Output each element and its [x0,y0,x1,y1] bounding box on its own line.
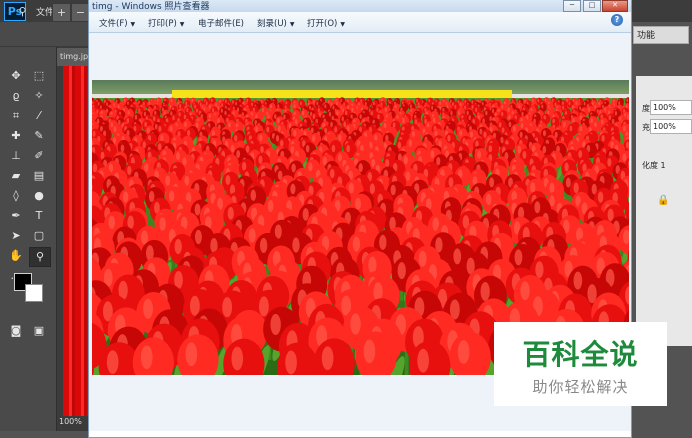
magic-wand-icon[interactable]: ✧ [29,87,49,105]
dropdown-arrow-icon: ▼ [180,21,185,28]
viewer-title: timg - Windows 照片查看器 [92,0,210,12]
lasso-tool-icon[interactable]: ϱ [6,87,26,105]
lock-icon: 🔒 [657,195,669,206]
crop-tool-icon[interactable]: ⌗ [6,107,26,125]
zoom-tool-active-icon[interactable]: ⚲ [29,247,51,267]
workspace-select[interactable]: 功能 [633,26,689,44]
brush-tool-icon[interactable]: ✎ [29,127,49,145]
ps-toolbox: ✥ ⬚ ϱ ✧ ⌗ ⁄ ✚ ✎ ⊥ ✐ ▰ ▤ ◊ ● ✒ T ➤ ▢ ✋ ⚲ … [0,47,57,431]
watermark-title: 百科全说 [494,333,667,373]
layers-panel [636,76,692,346]
dodge-tool-icon[interactable]: ● [29,187,49,205]
move-tool-icon[interactable]: ✥ [6,67,26,85]
zoom-tool-icon[interactable]: ⚲ [14,3,31,20]
viewer-menu-file[interactable]: 文件(F)▼ [99,17,135,29]
hand-tool-icon[interactable]: ✋ [6,247,26,265]
fill-field[interactable]: 100% [650,119,692,134]
viewer-menu-print[interactable]: 打印(P)▼ [148,17,184,29]
path-select-icon[interactable]: ➤ [6,227,26,245]
ps-document-tab[interactable]: timg.jp [57,48,88,66]
viewer-menu-burn[interactable]: 刻录(U)▼ [257,17,294,29]
layer-saturation-label: 化度 1 [642,160,666,171]
type-tool-icon[interactable]: T [29,207,49,225]
background-color-swatch[interactable] [25,284,43,302]
blur-tool-icon[interactable]: ◊ [6,187,26,205]
shape-tool-icon[interactable]: ▢ [29,227,49,245]
history-brush-icon[interactable]: ✐ [29,147,49,165]
ps-zoom-status: 100% [59,417,82,426]
viewer-menu-open[interactable]: 打开(O)▼ [307,17,345,29]
dropdown-arrow-icon: ▼ [290,21,295,28]
eyedropper-icon[interactable]: ⁄ [29,107,49,125]
eraser-tool-icon[interactable]: ▰ [6,167,26,185]
close-button[interactable]: ✕ [602,0,628,12]
zoom-in-icon[interactable]: + [52,3,71,22]
dropdown-arrow-icon: ▼ [340,21,345,28]
help-icon[interactable]: ? [611,14,623,26]
opacity-field[interactable]: 100% [650,100,692,115]
ps-document-canvas[interactable] [63,66,88,416]
watermark-subtitle: 助你轻松解决 [494,376,667,397]
marquee-tool-icon[interactable]: ⬚ [29,67,49,85]
healing-brush-icon[interactable]: ✚ [6,127,26,145]
quick-mask-icon[interactable]: ◙ [6,322,26,340]
pen-tool-icon[interactable]: ✒ [6,207,26,225]
viewer-menu-email[interactable]: 电子邮件(E) [198,17,244,29]
clone-stamp-icon[interactable]: ⊥ [6,147,26,165]
screen-mode-icon[interactable]: ▣ [29,322,49,340]
minimize-button[interactable]: ─ [563,0,581,12]
dropdown-arrow-icon: ▼ [131,21,136,28]
maximize-button[interactable]: □ [583,0,601,12]
gradient-tool-icon[interactable]: ▤ [29,167,49,185]
